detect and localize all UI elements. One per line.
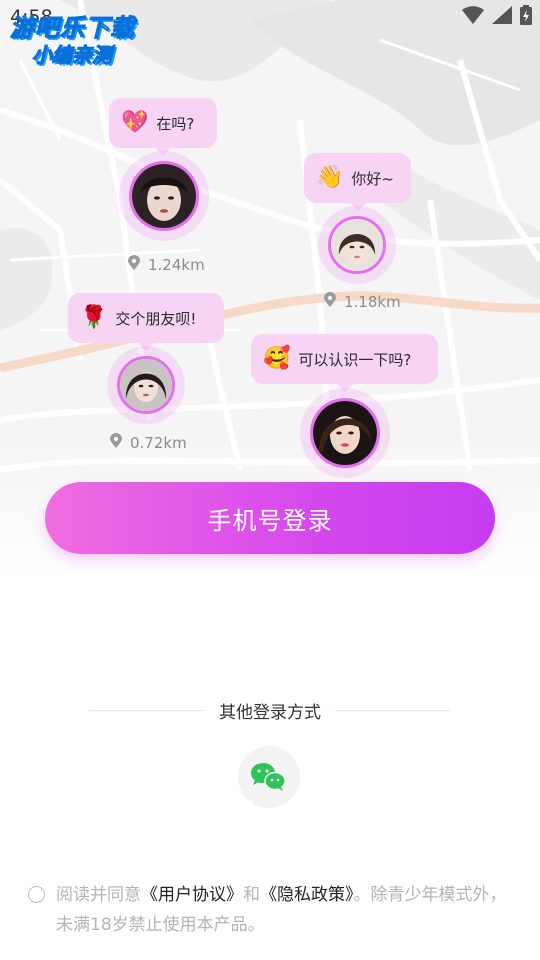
- message-bubble[interactable]: 💖 在吗?: [109, 98, 217, 156]
- rose-icon: 🌹: [80, 305, 108, 330]
- privacy-policy-link[interactable]: 《隐私政策》: [260, 885, 354, 905]
- agreement-checkbox[interactable]: [28, 886, 45, 903]
- sparkling-heart-icon: 💖: [121, 110, 149, 135]
- distance-label: 1.24km: [128, 255, 205, 274]
- watermark-logo: 游吧乐下载 小编亲测: [10, 8, 150, 68]
- bubble-text: 你好~: [351, 169, 394, 188]
- message-bubble[interactable]: 🥰 可以认识一下吗?: [251, 334, 438, 392]
- avatar[interactable]: [117, 356, 175, 414]
- location-pin-icon: [110, 433, 122, 452]
- system-icons: [462, 5, 532, 29]
- waving-hand-icon: 👋: [316, 165, 344, 190]
- distance-text: 0.72km: [130, 433, 187, 452]
- wechat-login-button[interactable]: [238, 746, 300, 808]
- message-bubble[interactable]: 👋 你好~: [304, 153, 411, 211]
- phone-login-button[interactable]: 手机号登录: [45, 482, 495, 554]
- watermark-line-2: 小编亲测: [32, 43, 113, 68]
- distance-text: 1.24km: [148, 255, 205, 274]
- divider-line-right: [335, 710, 450, 711]
- bubble-text: 交个朋友呗!: [115, 309, 197, 328]
- agreement-prefix: 阅读并同意: [56, 885, 141, 905]
- signal-icon: [492, 6, 512, 28]
- other-login-divider: 其他登录方式: [90, 698, 450, 724]
- wifi-icon: [462, 6, 484, 28]
- distance-text: 1.18km: [344, 292, 401, 311]
- agreement-and: 和: [243, 885, 260, 905]
- bubble-text: 可以认识一下吗?: [298, 350, 412, 369]
- avatar[interactable]: [310, 398, 380, 468]
- message-bubble[interactable]: 🌹 交个朋友呗!: [68, 293, 224, 351]
- location-pin-icon: [128, 255, 140, 274]
- battery-charging-icon: [520, 5, 532, 29]
- distance-label: 0.72km: [110, 433, 187, 452]
- wechat-icon: [238, 763, 300, 812]
- user-agreement-link[interactable]: 《用户协议》: [141, 885, 243, 905]
- avatar[interactable]: [328, 216, 386, 274]
- avatar[interactable]: [129, 161, 199, 231]
- distance-label: 1.18km: [324, 292, 401, 311]
- agreement-text: 阅读并同意《用户协议》和《隐私政策》。除青少年模式外，未满18岁禁止使用本产品。: [28, 880, 518, 940]
- smiling-face-with-hearts-icon: 🥰: [263, 346, 291, 371]
- watermark-line-1: 游吧乐下载: [10, 14, 135, 43]
- bubble-text: 在吗?: [156, 114, 195, 133]
- location-pin-icon: [324, 292, 336, 311]
